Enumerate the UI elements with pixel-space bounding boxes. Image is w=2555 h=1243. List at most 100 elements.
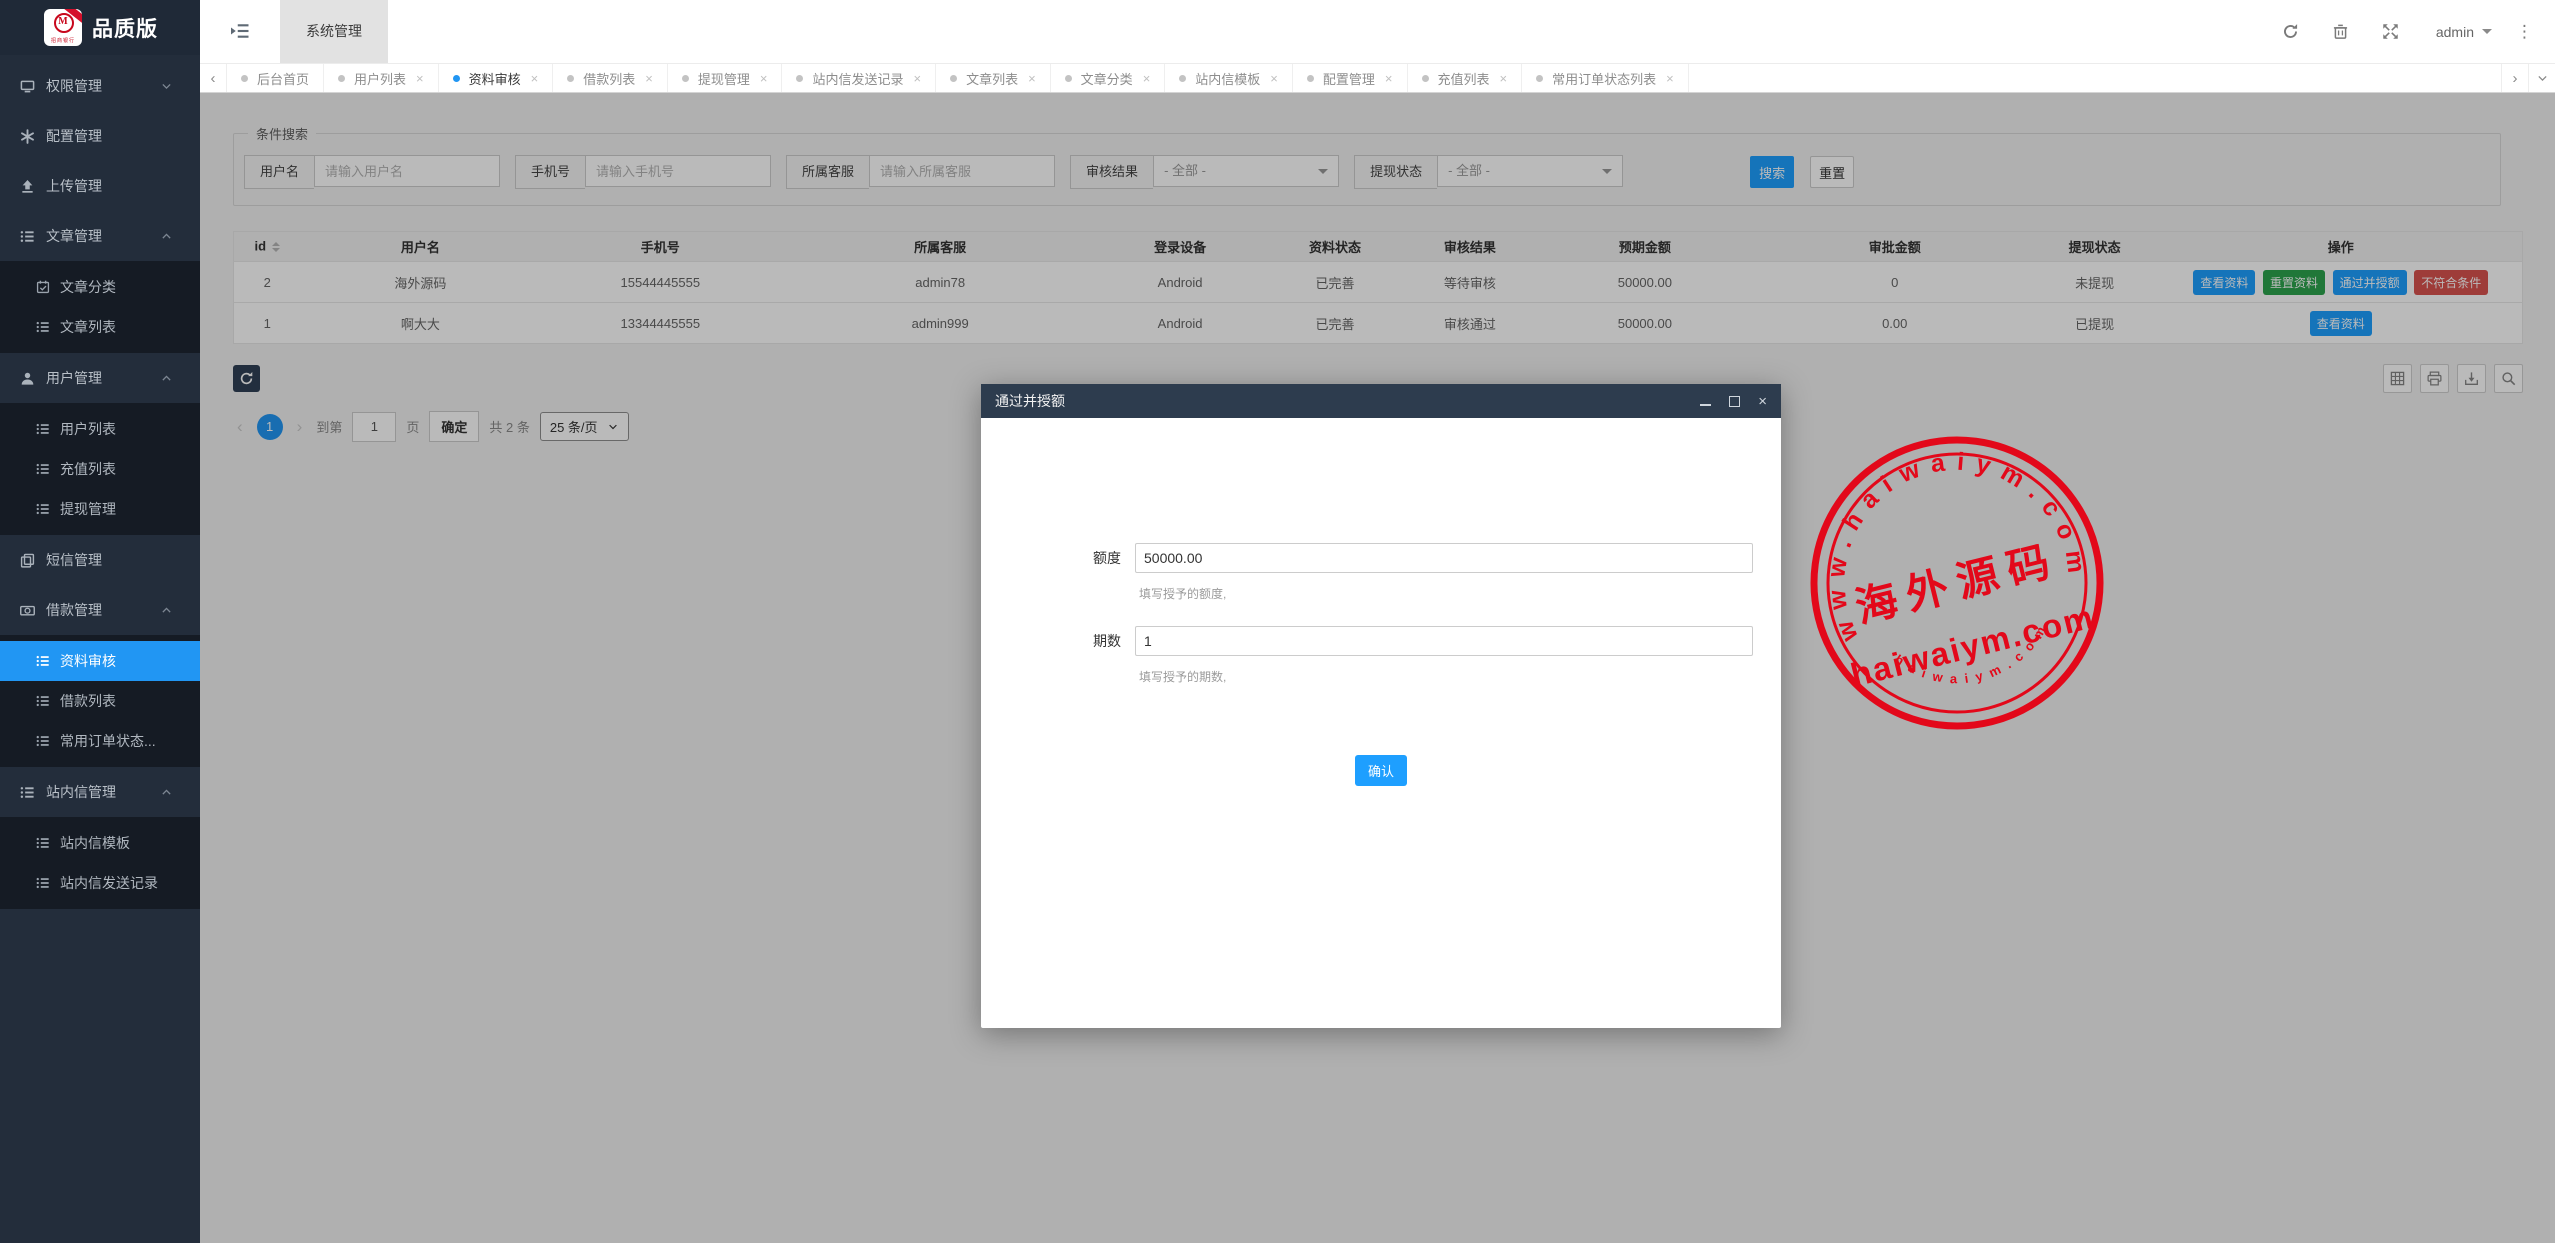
sidebar-item-label: 站内信模板 [60, 833, 130, 853]
amount-hint: 填写授予的额度, [1139, 585, 1781, 602]
tab-dot-icon [567, 75, 574, 82]
tab-close-icon[interactable]: × [416, 71, 424, 86]
tab-close-icon[interactable]: × [913, 71, 921, 86]
sidebar-item-withdraw-mgmt[interactable]: 提现管理 [0, 489, 200, 529]
sidebar-item-label: 权限管理 [46, 76, 102, 96]
amount-input[interactable] [1135, 543, 1753, 573]
amount-field-row: 额度 [981, 543, 1781, 573]
dialog-window-controls: × [1700, 394, 1767, 409]
period-input[interactable] [1135, 626, 1753, 656]
chevron-up-icon [160, 372, 173, 385]
tab-withdraw-mgmt[interactable]: 提现管理 × [668, 64, 783, 92]
tab-close-icon[interactable]: × [1270, 71, 1278, 86]
sidebar-item-mail-log[interactable]: 站内信发送记录 [0, 863, 200, 903]
tab-mail-template[interactable]: 站内信模板 × [1165, 64, 1293, 92]
tab-list-dropdown-button[interactable] [2528, 64, 2555, 92]
sidebar-item-upload[interactable]: 上传管理 [0, 161, 200, 211]
tab-dot-icon [338, 75, 345, 82]
refresh-icon [2282, 23, 2299, 40]
sidebar-item-loans[interactable]: 借款管理 [0, 585, 200, 635]
dialog-body: 额度 填写授予的额度, 期数 填写授予的期数, 确认 [981, 418, 1781, 786]
tab-close-icon[interactable]: × [645, 71, 653, 86]
sidebar-item-mail[interactable]: 站内信管理 [0, 767, 200, 817]
sidebar-item-loan-list[interactable]: 借款列表 [0, 681, 200, 721]
chevron-down-icon [2536, 72, 2549, 85]
tab-close-icon[interactable]: × [1143, 71, 1151, 86]
submenu-loans: 资料审核 借款列表 常用订单状态... [0, 635, 200, 767]
brand-logo-icon: M 招商银行 [44, 9, 82, 46]
app-title: 品质版 [92, 13, 158, 43]
approve-grant-dialog: 通过并授额 × 额度 填写授予的额度, 期数 填写授予的期数, 确认 [981, 384, 1781, 1028]
sidebar-item-label: 借款管理 [46, 600, 102, 620]
tab-close-icon[interactable]: × [1666, 71, 1674, 86]
module-tab-system[interactable]: 系统管理 [280, 0, 388, 63]
sidebar-item-user-list[interactable]: 用户列表 [0, 409, 200, 449]
sidebar-item-config[interactable]: 配置管理 [0, 111, 200, 161]
tab-scroll-left-button[interactable]: ‹ [200, 64, 227, 92]
tab-scroll-right-button[interactable]: › [2501, 64, 2528, 92]
dialog-titlebar[interactable]: 通过并授额 × [981, 384, 1781, 418]
sidebar-item-users[interactable]: 用户管理 [0, 353, 200, 403]
sidebar-item-label: 充值列表 [60, 459, 116, 479]
sidebar-item-label: 常用订单状态... [60, 731, 156, 751]
logo[interactable]: M 招商银行 品质版 [0, 0, 200, 55]
sidebar-collapse-button[interactable] [230, 21, 252, 43]
list-icon [36, 462, 50, 476]
tab-profile-audit[interactable]: 资料审核 × [439, 64, 554, 92]
sidebar-item-label: 站内信管理 [46, 782, 116, 802]
maximize-icon[interactable] [1729, 396, 1740, 407]
tab-label: 站内信发送记录 [812, 69, 903, 88]
list-icon [36, 422, 50, 436]
refresh-button[interactable] [2266, 23, 2316, 41]
sidebar-item-articles[interactable]: 文章管理 [0, 211, 200, 261]
tab-label: 充值列表 [1438, 69, 1490, 88]
sidebar-item-sms[interactable]: 短信管理 [0, 535, 200, 585]
tab-article-category[interactable]: 文章分类 × [1051, 64, 1166, 92]
tab-label: 常用订单状态列表 [1552, 69, 1656, 88]
tab-loan-list[interactable]: 借款列表 × [553, 64, 668, 92]
logo-subtext: 招商银行 [44, 37, 82, 44]
tab-close-icon[interactable]: × [1028, 71, 1036, 86]
list-icon [36, 694, 50, 708]
tab-close-icon[interactable]: × [1385, 71, 1393, 86]
username-label: admin [2436, 24, 2474, 40]
sidebar-item-label: 用户管理 [46, 368, 102, 388]
tab-close-icon[interactable]: × [760, 71, 768, 86]
tab-order-status-list[interactable]: 常用订单状态列表 × [1522, 64, 1689, 92]
user-menu[interactable]: admin [2436, 24, 2492, 40]
tab-dot-icon [241, 75, 248, 82]
tab-close-icon[interactable]: × [531, 71, 539, 86]
dialog-title: 通过并授额 [995, 391, 1065, 411]
list-icon [36, 734, 50, 748]
tab-home[interactable]: 后台首页 [227, 64, 324, 92]
sidebar-item-article-category[interactable]: 文章分类 [0, 267, 200, 307]
sidebar-item-mail-template[interactable]: 站内信模板 [0, 823, 200, 863]
tab-article-list[interactable]: 文章列表 × [936, 64, 1051, 92]
sidebar-item-article-list[interactable]: 文章列表 [0, 307, 200, 347]
tab-label: 资料审核 [469, 69, 521, 88]
user-icon [20, 371, 35, 386]
tab-label: 用户列表 [354, 69, 406, 88]
fullscreen-button[interactable] [2366, 23, 2416, 41]
tab-mail-log[interactable]: 站内信发送记录 × [782, 64, 936, 92]
tab-dot-icon [796, 75, 803, 82]
tab-close-icon[interactable]: × [1500, 71, 1508, 86]
tab-recharge-list[interactable]: 充值列表 × [1408, 64, 1523, 92]
more-menu-button[interactable]: ⋮ [2506, 22, 2543, 42]
app-root: M 招商银行 品质版 权限管理 配置管理 上传管理 文章管理 [0, 0, 2555, 1243]
calendar-icon [36, 280, 50, 294]
open-tabs: 后台首页 用户列表 × 资料审核 × 借款列表 × [227, 64, 2501, 92]
minimize-icon[interactable] [1700, 404, 1711, 406]
tab-user-list[interactable]: 用户列表 × [324, 64, 439, 92]
sidebar-item-permissions[interactable]: 权限管理 [0, 61, 200, 111]
close-icon[interactable]: × [1758, 394, 1767, 409]
period-label: 期数 [1085, 631, 1121, 651]
sidebar-item-recharge-list[interactable]: 充值列表 [0, 449, 200, 489]
trash-button[interactable] [2316, 23, 2366, 41]
confirm-button[interactable]: 确认 [1355, 755, 1407, 786]
tab-dot-icon [1065, 75, 1072, 82]
sidebar-item-order-status[interactable]: 常用订单状态... [0, 721, 200, 761]
trash-icon [2332, 23, 2349, 40]
tab-config[interactable]: 配置管理 × [1293, 64, 1408, 92]
sidebar-item-profile-audit[interactable]: 资料审核 [0, 641, 200, 681]
